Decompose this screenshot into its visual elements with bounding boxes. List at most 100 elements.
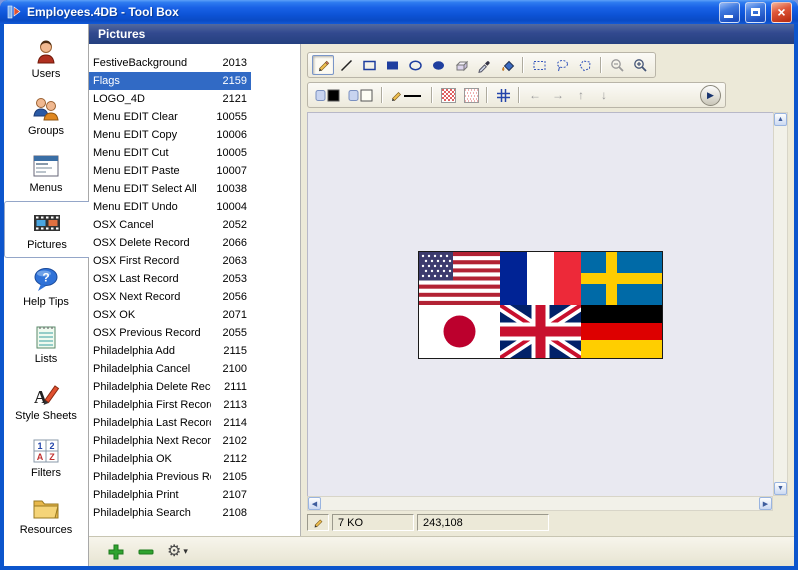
list-item[interactable]: LOGO_4D 2121 bbox=[89, 90, 251, 108]
sidebar-item-resources[interactable]: Resources bbox=[4, 486, 88, 543]
list-item[interactable]: OSX First Record 2063 bbox=[89, 252, 251, 270]
scroll-left-button[interactable]: ◀ bbox=[308, 497, 321, 510]
scroll-up-button[interactable]: ▲ bbox=[774, 113, 787, 126]
picture-name: Menu EDIT Select All bbox=[93, 183, 211, 195]
remove-picture-button[interactable] bbox=[137, 543, 155, 561]
picture-name: Philadelphia Cancel bbox=[93, 363, 211, 375]
scroll-down-button[interactable]: ▼ bbox=[774, 482, 787, 495]
list-item[interactable]: Philadelphia Previous Record 2105 bbox=[89, 468, 251, 486]
title-bar[interactable]: Employees.4DB - Tool Box × bbox=[0, 0, 798, 24]
oval-tool-button[interactable] bbox=[404, 55, 426, 75]
maximize-button[interactable] bbox=[745, 2, 766, 23]
picture-name: LOGO_4D bbox=[93, 93, 211, 105]
list-item[interactable]: Philadelphia Print 2107 bbox=[89, 486, 251, 504]
select-wand-tool-button[interactable] bbox=[574, 55, 596, 75]
line-tool-button[interactable] bbox=[335, 55, 357, 75]
pencil-tool-button[interactable] bbox=[312, 55, 334, 75]
picture-id: 2107 bbox=[211, 489, 247, 501]
minimize-button[interactable] bbox=[719, 2, 740, 23]
zoom-out-button[interactable] bbox=[606, 55, 628, 75]
select-wand-icon bbox=[578, 58, 593, 73]
picture-name: Philadelphia Delete Record bbox=[93, 381, 211, 393]
middle-area: FestiveBackground 2013 Flags 2159 LOGO_4… bbox=[89, 44, 794, 536]
actions-menu-button[interactable]: ⚙ ▾ bbox=[167, 544, 188, 560]
line-width-button[interactable] bbox=[387, 85, 427, 105]
sidebar-item-users[interactable]: Users bbox=[4, 30, 88, 87]
foreground-color-button[interactable] bbox=[312, 85, 344, 105]
list-item[interactable]: Philadelphia Delete Record 2111 bbox=[89, 378, 251, 396]
vertical-scrollbar[interactable]: ▲ ▼ bbox=[773, 112, 788, 496]
page-title: Pictures bbox=[98, 27, 145, 41]
list-item[interactable]: OSX Previous Record 2055 bbox=[89, 324, 251, 342]
filled-oval-tool-button[interactable] bbox=[427, 55, 449, 75]
scroll-right-button[interactable]: ▶ bbox=[759, 497, 772, 510]
picture-id: 2052 bbox=[211, 219, 247, 231]
list-item[interactable]: Philadelphia Cancel 2100 bbox=[89, 360, 251, 378]
eyedropper-icon bbox=[477, 58, 492, 73]
sidebar-item-label: Pictures bbox=[27, 239, 67, 251]
list-item[interactable]: OSX Cancel 2052 bbox=[89, 216, 251, 234]
list-item[interactable]: Menu EDIT Undo 10004 bbox=[89, 198, 251, 216]
app-window: Employees.4DB - Tool Box × Users bbox=[0, 0, 798, 570]
scrollbar-corner bbox=[773, 496, 788, 511]
zoom-in-button[interactable] bbox=[629, 55, 651, 75]
paint-bucket-tool-button[interactable] bbox=[496, 55, 518, 75]
sidebar-item-menus[interactable]: Menus bbox=[4, 144, 88, 201]
svg-text:Z: Z bbox=[49, 452, 55, 462]
move-left-button[interactable]: ← bbox=[524, 85, 546, 105]
list-item[interactable]: Philadelphia OK 2112 bbox=[89, 450, 251, 468]
list-item[interactable]: Philadelphia Add 2115 bbox=[89, 342, 251, 360]
sidebar-item-style-sheets[interactable]: A Style Sheets bbox=[4, 372, 88, 429]
list-item[interactable]: Menu EDIT Paste 10007 bbox=[89, 162, 251, 180]
list-item[interactable]: OSX Delete Record 2066 bbox=[89, 234, 251, 252]
move-down-button[interactable]: ↓ bbox=[593, 85, 615, 105]
drawing-canvas[interactable] bbox=[307, 112, 773, 496]
list-item[interactable]: Menu EDIT Clear 10055 bbox=[89, 108, 251, 126]
list-item[interactable]: Philadelphia First Record 2113 bbox=[89, 396, 251, 414]
sidebar-item-lists[interactable]: Lists bbox=[4, 315, 88, 372]
pattern-1-button[interactable] bbox=[437, 85, 459, 105]
list-item[interactable]: Menu EDIT Cut 10005 bbox=[89, 144, 251, 162]
sidebar-item-filters[interactable]: 1 2 A Z Filters bbox=[4, 429, 88, 486]
sidebar-item-pictures[interactable]: Pictures bbox=[4, 201, 89, 258]
background-color-button[interactable] bbox=[345, 85, 377, 105]
options-toolbar: ← → ↑ ↓ ▶ bbox=[307, 82, 788, 108]
move-right-button[interactable]: → bbox=[547, 85, 569, 105]
preview-play-button[interactable]: ▶ bbox=[700, 85, 721, 106]
list-item[interactable]: Menu EDIT Select All 10038 bbox=[89, 180, 251, 198]
list-item[interactable]: Philadelphia Search 2108 bbox=[89, 504, 251, 522]
window-title: Employees.4DB - Tool Box bbox=[27, 5, 714, 19]
draw-tool-band bbox=[307, 52, 656, 78]
eyedropper-tool-button[interactable] bbox=[473, 55, 495, 75]
list-item[interactable]: OSX OK 2071 bbox=[89, 306, 251, 324]
picture-id: 2055 bbox=[211, 327, 247, 339]
add-picture-button[interactable] bbox=[107, 543, 125, 561]
picture-name: Philadelphia Next Record bbox=[93, 435, 211, 447]
picture-id: 10005 bbox=[211, 147, 247, 159]
sidebar-item-label: Resources bbox=[20, 524, 73, 536]
horizontal-scroll-track[interactable] bbox=[321, 497, 759, 510]
select-rectangle-tool-button[interactable] bbox=[528, 55, 550, 75]
eraser-tool-button[interactable] bbox=[450, 55, 472, 75]
filled-rectangle-tool-button[interactable] bbox=[381, 55, 403, 75]
vertical-scroll-track[interactable] bbox=[774, 126, 787, 482]
list-item[interactable]: Flags 2159 bbox=[89, 72, 251, 90]
flag-usa bbox=[419, 252, 500, 305]
flag-france bbox=[500, 252, 581, 305]
close-button[interactable]: × bbox=[771, 2, 792, 23]
picture-name: Menu EDIT Clear bbox=[93, 111, 211, 123]
list-item[interactable]: OSX Next Record 2056 bbox=[89, 288, 251, 306]
sidebar-item-help-tips[interactable]: ? Help Tips bbox=[4, 258, 88, 315]
list-item[interactable]: Menu EDIT Copy 10006 bbox=[89, 126, 251, 144]
select-lasso-tool-button[interactable] bbox=[551, 55, 573, 75]
list-item[interactable]: OSX Last Record 2053 bbox=[89, 270, 251, 288]
list-item[interactable]: Philadelphia Next Record 2102 bbox=[89, 432, 251, 450]
list-item[interactable]: FestiveBackground 2013 bbox=[89, 54, 251, 72]
rectangle-tool-button[interactable] bbox=[358, 55, 380, 75]
grid-toggle-button[interactable] bbox=[492, 85, 514, 105]
list-item[interactable]: Philadelphia Last Record 2114 bbox=[89, 414, 251, 432]
move-up-button[interactable]: ↑ bbox=[570, 85, 592, 105]
pattern-2-button[interactable] bbox=[460, 85, 482, 105]
sidebar-item-groups[interactable]: Groups bbox=[4, 87, 88, 144]
horizontal-scrollbar[interactable]: ◀ ▶ bbox=[307, 496, 773, 511]
